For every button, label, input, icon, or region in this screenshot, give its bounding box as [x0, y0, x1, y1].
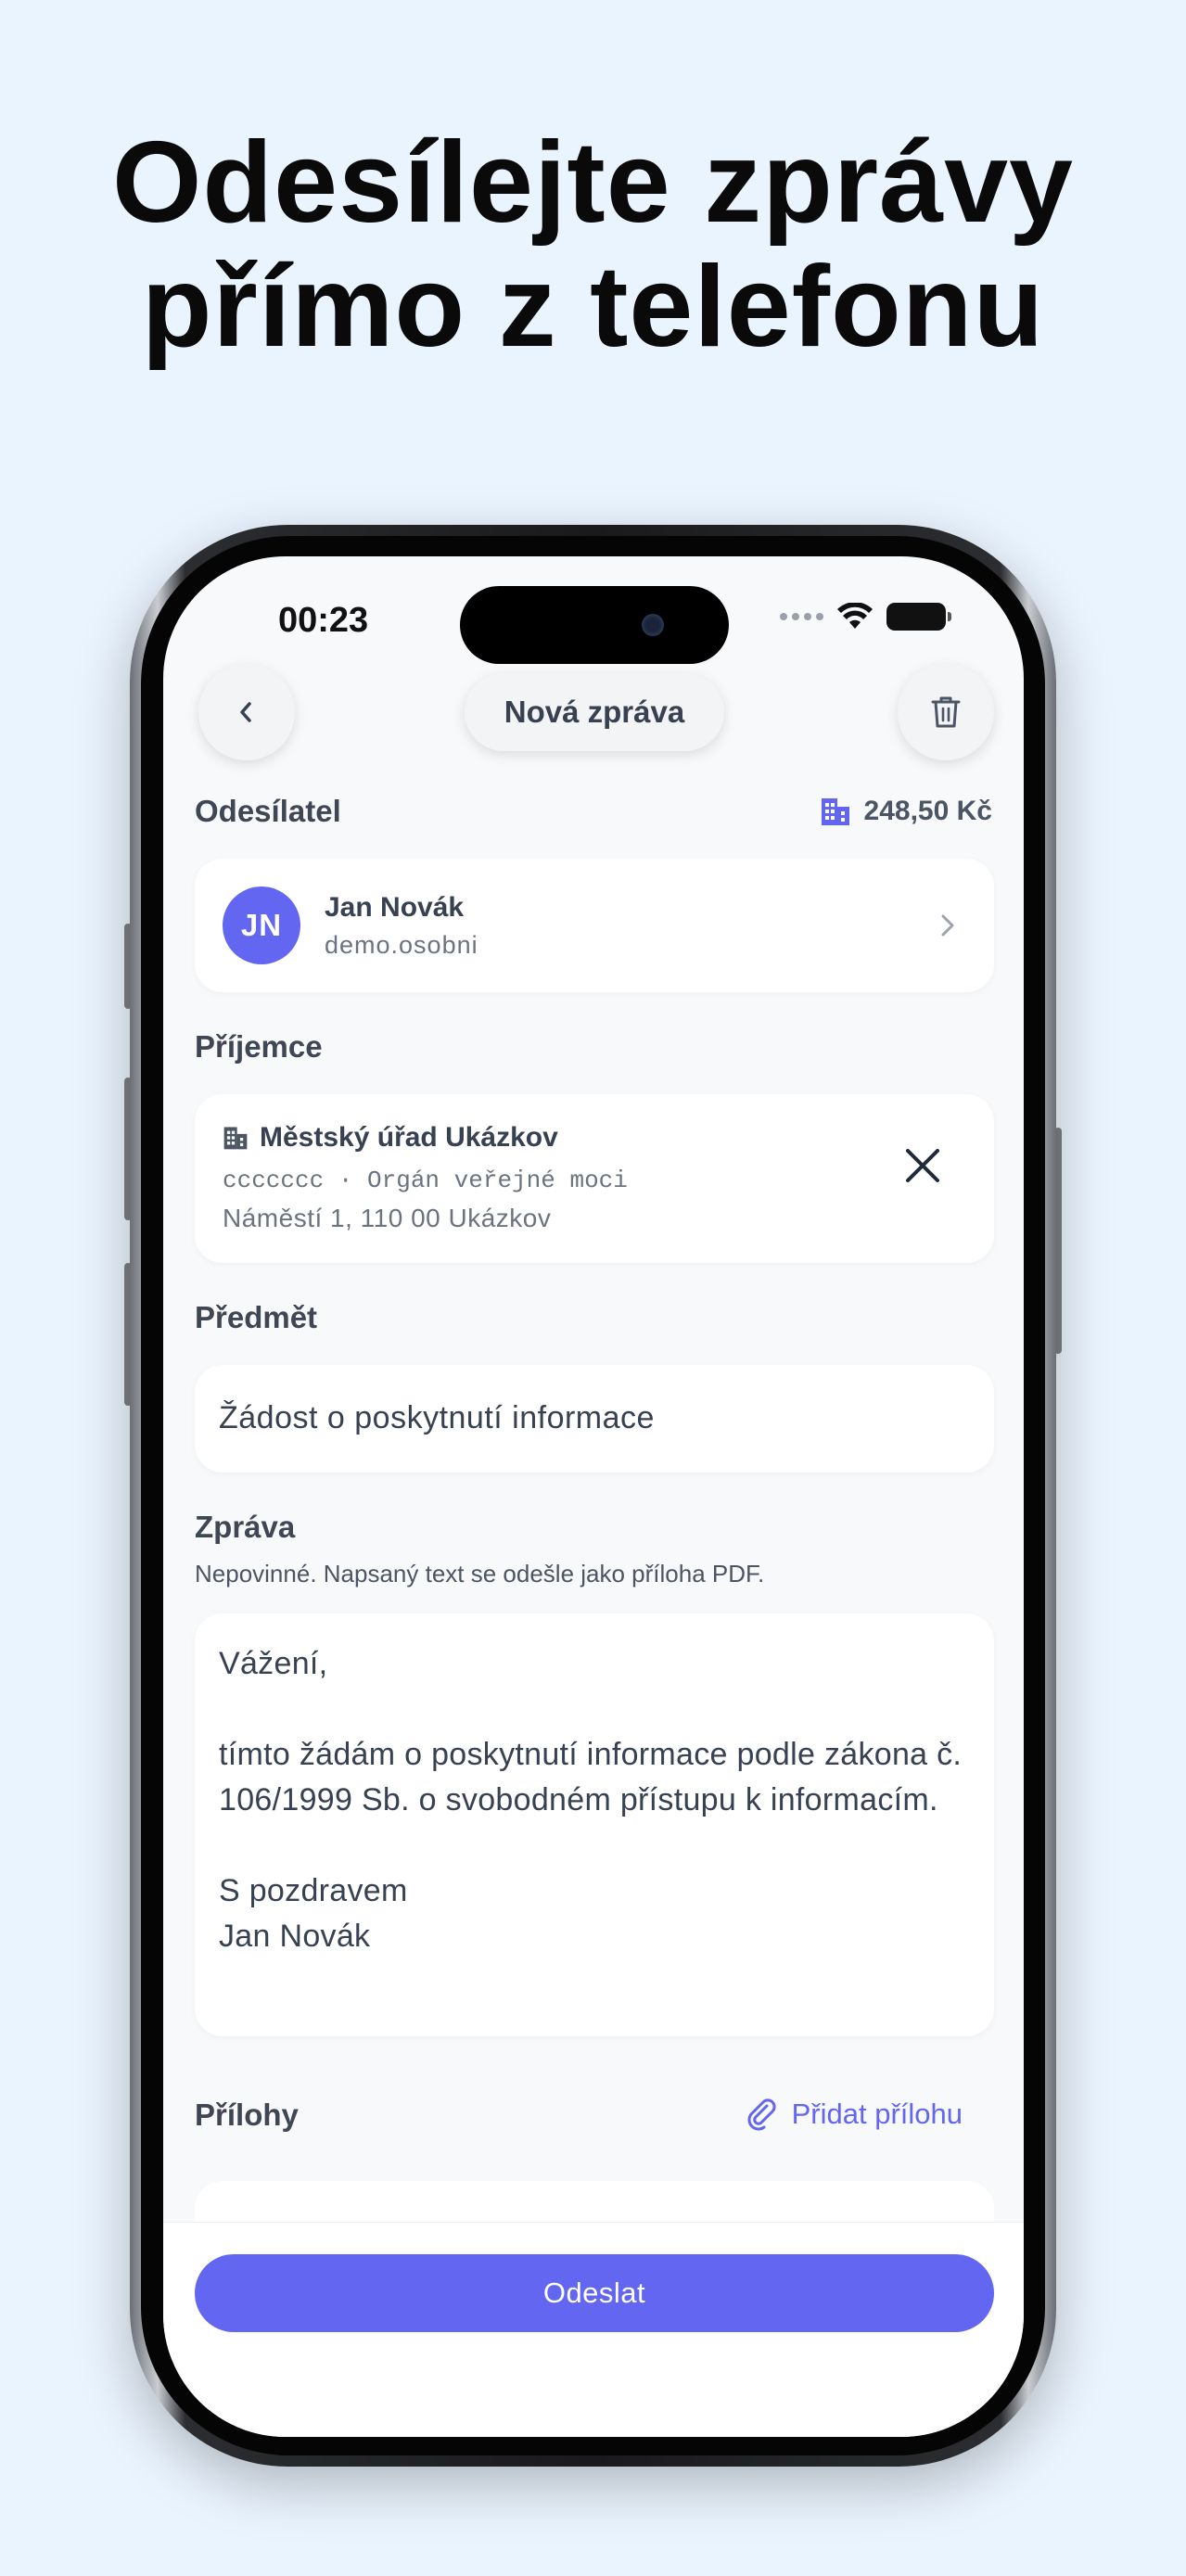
- close-icon[interactable]: [903, 1146, 942, 1185]
- message-hint: Nepovinné. Napsaný text se odešle jako p…: [195, 1560, 765, 1588]
- recipient-address: Náměstí 1, 110 00 Ukázkov: [223, 1204, 552, 1232]
- message-body: Vážení, tímto žádám o poskytnutí informa…: [219, 1646, 963, 1954]
- attachments-label: Přílohy: [195, 2098, 299, 2132]
- building-icon: [223, 1127, 248, 1150]
- subject-label: Předmět: [195, 1300, 318, 1334]
- headline-line-1: Odesílejte zprávy: [111, 119, 1075, 247]
- building-icon: [821, 798, 849, 825]
- send-button[interactable]: Odeslat: [195, 2254, 994, 2332]
- headline-line-2: přímo z telefonu: [141, 243, 1045, 371]
- bottom-bar: Odeslat: [163, 2222, 1024, 2437]
- dynamic-island: [460, 586, 729, 664]
- chevron-right-icon: [941, 914, 954, 937]
- trash-icon: [931, 696, 961, 728]
- wifi-icon: [837, 603, 873, 629]
- marketing-headline: Odesílejte zprávy přímo z telefonu: [0, 121, 1186, 369]
- phone-screen: 00:23 Nová zpráva Odesílatel 248,50 Kč J…: [163, 556, 1024, 2437]
- chevron-left-icon: [240, 702, 251, 722]
- delete-button[interactable]: [898, 664, 994, 760]
- subject-field[interactable]: Žádost o poskytnutí informace: [195, 1365, 994, 1473]
- avatar: JN: [223, 886, 300, 964]
- sender-name: Jan Novák: [325, 892, 465, 923]
- sender-label: Odesílatel: [195, 794, 341, 828]
- message-label: Zpráva: [195, 1510, 296, 1544]
- recipient-name: Městský úřad Ukázkov: [260, 1122, 558, 1153]
- add-attachment-button[interactable]: Přidat přílohu: [746, 2098, 963, 2131]
- page-title: Nová zpráva: [465, 673, 724, 751]
- recipient-meta: ccccccc · Orgán veřejné moci: [223, 1167, 628, 1194]
- credit-balance[interactable]: 248,50 Kč: [820, 796, 992, 827]
- message-textarea[interactable]: Vážení, tímto žádám o poskytnutí informa…: [195, 1613, 994, 2036]
- battery-icon: [886, 603, 951, 631]
- back-button[interactable]: [198, 664, 295, 760]
- camera-icon: [642, 614, 664, 636]
- sender-card[interactable]: JN Jan Novák demo.osobni: [195, 859, 994, 992]
- signal-icon: [780, 613, 823, 620]
- status-icons: [780, 603, 951, 631]
- recipient-name-row: Městský úřad Ukázkov: [223, 1122, 558, 1154]
- status-time: 00:23: [278, 601, 369, 640]
- add-attachment-label: Přidat přílohu: [791, 2098, 963, 2130]
- recipient-card[interactable]: Městský úřad Ukázkov ccccccc · Orgán veř…: [195, 1094, 994, 1263]
- credit-amount: 248,50 Kč: [863, 796, 992, 826]
- recipient-label: Příjemce: [195, 1029, 323, 1064]
- paperclip-icon: [747, 2098, 776, 2131]
- subject-value: Žádost o poskytnutí informace: [219, 1400, 655, 1435]
- sender-id: demo.osobni: [325, 931, 478, 959]
